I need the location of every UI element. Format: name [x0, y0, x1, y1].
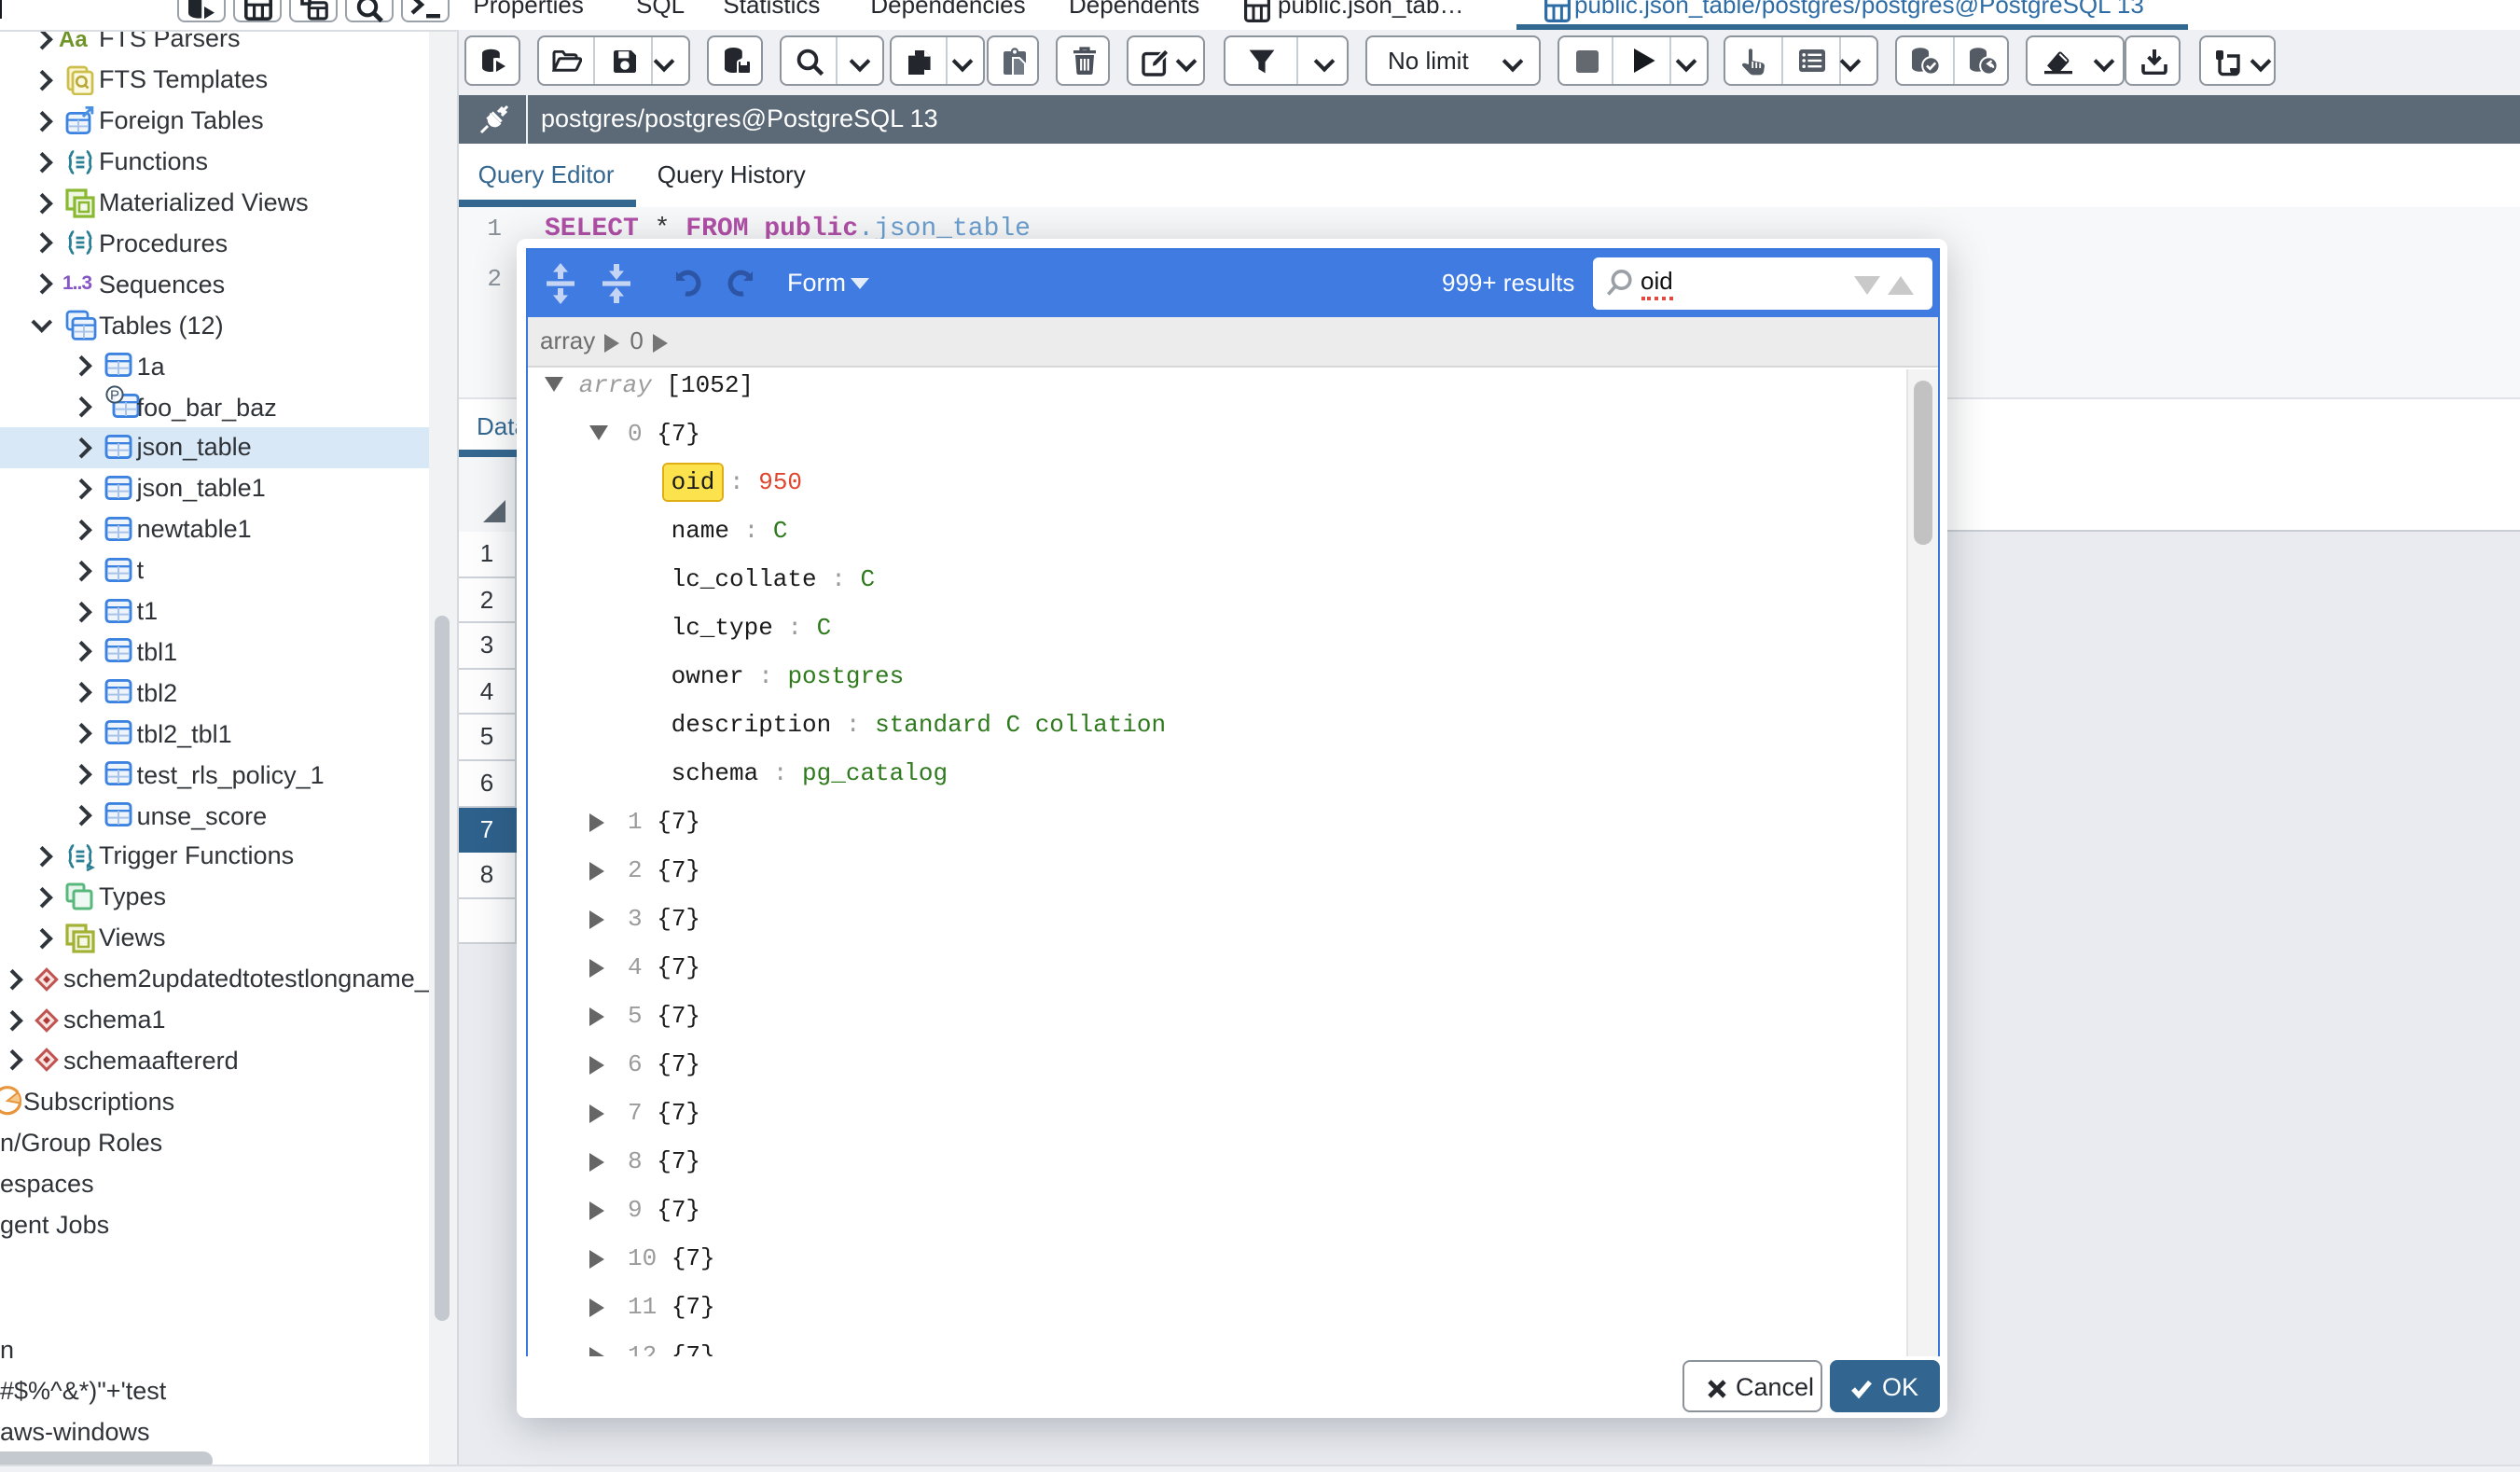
svg-text:P: P	[109, 388, 118, 404]
